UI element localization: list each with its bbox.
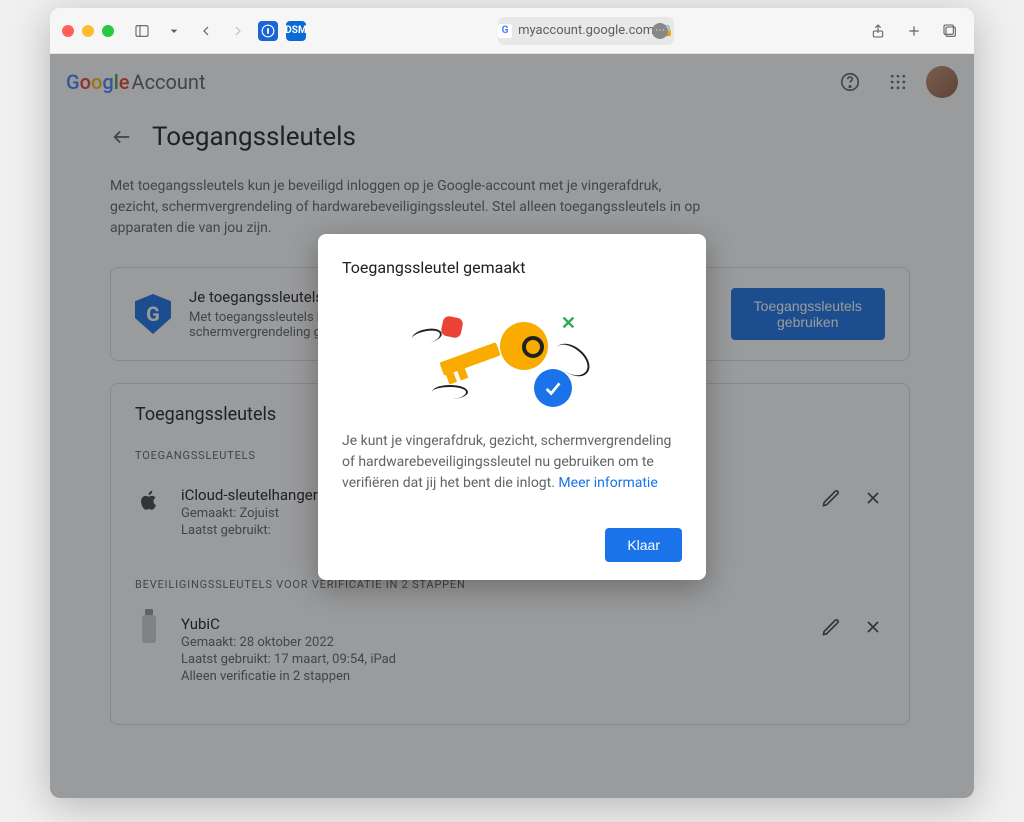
site-favicon-icon: G bbox=[498, 24, 512, 38]
tab-overview-icon[interactable] bbox=[938, 19, 962, 43]
browser-toolbar: DSM G myaccount.google.com 🔒 ⋯ bbox=[50, 8, 974, 54]
window-controls bbox=[62, 25, 114, 37]
back-button-icon[interactable] bbox=[194, 19, 218, 43]
forward-button-icon[interactable] bbox=[226, 19, 250, 43]
share-icon[interactable] bbox=[866, 19, 890, 43]
browser-window: DSM G myaccount.google.com 🔒 ⋯ bbox=[50, 8, 974, 798]
extension-1password-icon[interactable] bbox=[258, 21, 278, 41]
modal-scrim[interactable]: Toegangssleutel gemaakt ✕ bbox=[50, 54, 974, 798]
dialog-body-text: Je kunt je vingerafdruk, gezicht, scherm… bbox=[342, 431, 682, 494]
zoom-window-button[interactable] bbox=[102, 25, 114, 37]
dialog-confirm-button[interactable]: Klaar bbox=[605, 528, 682, 562]
extension-dsm-icon[interactable]: DSM bbox=[286, 21, 306, 41]
passkey-created-dialog: Toegangssleutel gemaakt ✕ bbox=[318, 234, 706, 580]
page-settings-icon[interactable]: ⋯ bbox=[652, 23, 668, 39]
learn-more-link[interactable]: Meer informatie bbox=[558, 475, 657, 491]
decor-squiggle-icon bbox=[432, 385, 468, 399]
new-tab-icon[interactable] bbox=[902, 19, 926, 43]
address-bar[interactable]: G myaccount.google.com 🔒 ⋯ bbox=[498, 17, 674, 45]
minimize-window-button[interactable] bbox=[82, 25, 94, 37]
decor-blob-icon bbox=[440, 315, 464, 339]
decor-sparkle-icon: ✕ bbox=[561, 313, 576, 334]
url-host: myaccount.google.com bbox=[518, 23, 654, 38]
toolbar-dropdown-icon[interactable] bbox=[162, 19, 186, 43]
decor-squiggle-icon bbox=[411, 327, 443, 346]
checkmark-badge-icon bbox=[534, 369, 572, 407]
content-viewport: Google Account Toegangss bbox=[50, 54, 974, 798]
dialog-title: Toegangssleutel gemaakt bbox=[342, 258, 682, 277]
sidebar-toggle-icon[interactable] bbox=[130, 19, 154, 43]
dialog-illustration: ✕ bbox=[342, 297, 682, 407]
close-window-button[interactable] bbox=[62, 25, 74, 37]
